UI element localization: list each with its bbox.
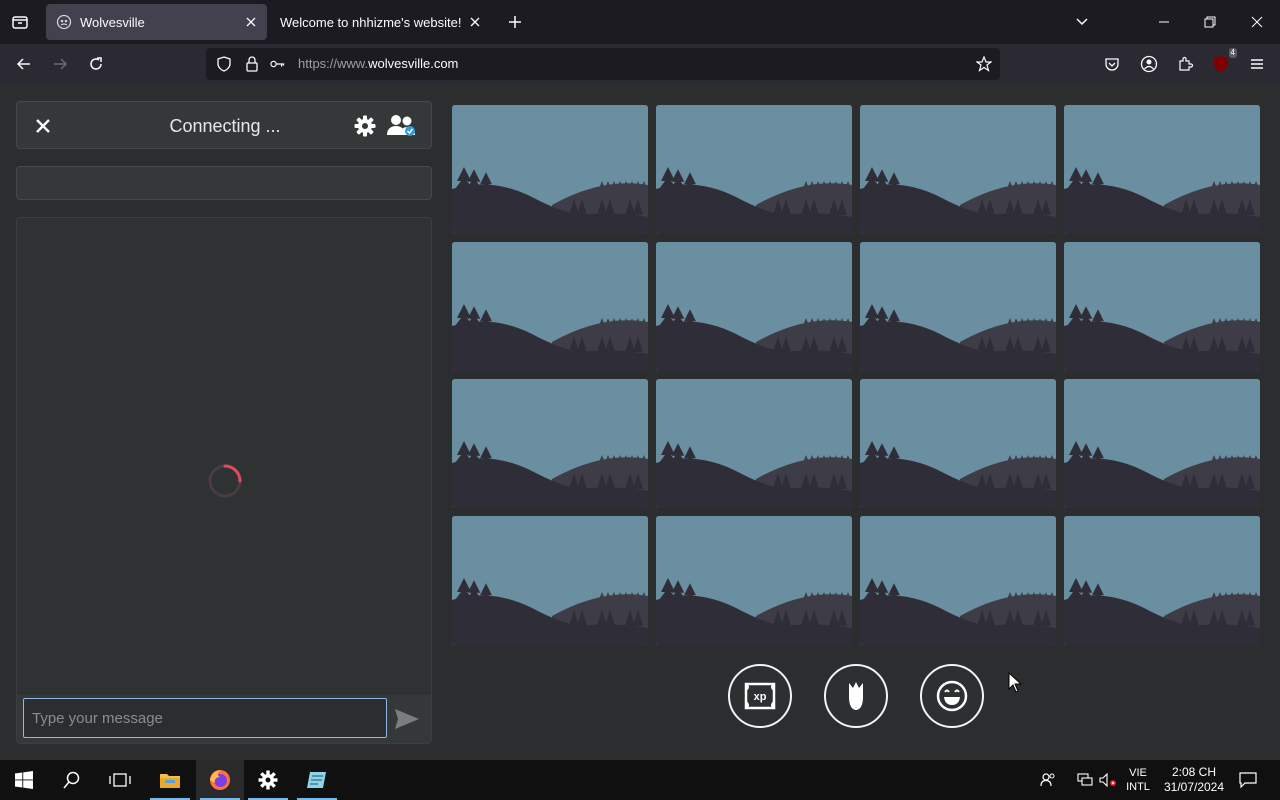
forward-arrow-icon[interactable]: [48, 52, 72, 76]
players-icon[interactable]: [387, 112, 417, 140]
clock[interactable]: 2:08 CH 31/07/2024: [1158, 760, 1230, 800]
player-slot[interactable]: [656, 242, 852, 371]
landscape-image: [860, 379, 1056, 508]
notification-icon[interactable]: [1232, 760, 1264, 800]
landscape-image: [1064, 242, 1260, 371]
restore-icon[interactable]: [1196, 8, 1224, 36]
player-slot[interactable]: [1064, 105, 1260, 234]
player-slot[interactable]: [452, 516, 648, 645]
chevron-down-icon[interactable]: [1070, 10, 1094, 34]
clock-date: 31/07/2024: [1163, 780, 1225, 794]
landscape-image: [656, 516, 852, 645]
reload-icon[interactable]: [84, 52, 108, 76]
player-slot[interactable]: [656, 516, 852, 645]
tab-strip: Wolvesville Welcome to nhhizme's website…: [0, 0, 1280, 44]
keyboard-layout: INTL: [1126, 781, 1150, 793]
settings-gear-icon[interactable]: [244, 760, 292, 800]
page-content: Connecting ... Type your message xp: [0, 84, 1280, 760]
nav-bar: https://www.wolvesville.com 4: [0, 44, 1280, 84]
info-bar: [16, 166, 432, 200]
landscape-image: [452, 379, 648, 508]
player-slot[interactable]: [452, 105, 648, 234]
windows-taskbar: VIE INTL 2:08 CH 31/07/2024: [0, 760, 1280, 800]
emoji-icon: [936, 680, 968, 712]
file-explorer-icon[interactable]: [146, 760, 194, 800]
close-tab-icon[interactable]: [241, 12, 261, 32]
search-icon[interactable]: [48, 760, 96, 800]
landscape-image: [1064, 516, 1260, 645]
people-icon[interactable]: [1024, 760, 1072, 800]
key-icon[interactable]: [270, 56, 286, 72]
language-code: VIE: [1129, 767, 1147, 779]
account-icon[interactable]: [1137, 52, 1161, 76]
rose-icon: [849, 682, 863, 710]
player-slot[interactable]: [1064, 516, 1260, 645]
landscape-image: [452, 242, 648, 371]
emoji-button[interactable]: [920, 664, 984, 728]
url-text[interactable]: https://www.wolvesville.com: [298, 56, 458, 71]
xp-label: xp: [754, 691, 767, 703]
player-slot[interactable]: [1064, 242, 1260, 371]
landscape-image: [1064, 105, 1260, 234]
landscape-image: [452, 105, 648, 234]
bookmark-star-icon[interactable]: [976, 56, 992, 72]
ublock-icon[interactable]: 4: [1209, 48, 1237, 76]
minimize-icon[interactable]: [1150, 8, 1178, 36]
mouse-cursor-icon: [1008, 672, 1022, 693]
close-window-icon[interactable]: [1243, 8, 1271, 36]
tab-wolvesville[interactable]: Wolvesville: [46, 4, 267, 40]
landscape-image: [1064, 379, 1260, 508]
player-slot[interactable]: [860, 379, 1056, 508]
landscape-image: [656, 242, 852, 371]
xp-scroll-button[interactable]: xp: [728, 664, 792, 728]
input-language[interactable]: VIE INTL: [1120, 760, 1156, 800]
player-slot[interactable]: [860, 516, 1056, 645]
player-slot[interactable]: [656, 379, 852, 508]
url-bar[interactable]: https://www.wolvesville.com: [206, 48, 1000, 80]
menu-icon[interactable]: [1245, 52, 1269, 76]
close-tab-icon[interactable]: [465, 12, 485, 32]
pocket-icon[interactable]: [1100, 52, 1124, 76]
start-windows-icon[interactable]: [0, 760, 48, 800]
task-view-icon[interactable]: [96, 760, 144, 800]
player-slot[interactable]: [452, 242, 648, 371]
landscape-image: [860, 516, 1056, 645]
tab-title: Wolvesville: [80, 14, 145, 30]
url-scheme: https://www.: [298, 56, 369, 71]
loading-spinner-icon: [208, 464, 242, 498]
volume-muted-icon[interactable]: [1097, 760, 1119, 800]
xp-scroll-icon: xp: [744, 682, 776, 710]
rose-button[interactable]: [824, 664, 888, 728]
new-tab-icon[interactable]: [503, 10, 527, 34]
tab-nhhizme[interactable]: Welcome to nhhizme's website!: [270, 4, 491, 40]
player-slot[interactable]: [656, 105, 852, 234]
url-domain: wolvesville.com: [368, 56, 459, 71]
player-grid: [452, 105, 1260, 645]
wolf-paw-icon: [56, 14, 72, 30]
extensions-icon[interactable]: [1173, 52, 1197, 76]
player-slot[interactable]: [452, 379, 648, 508]
gear-icon[interactable]: [353, 114, 377, 138]
tab-list-icon[interactable]: [8, 10, 32, 34]
landscape-image: [860, 105, 1056, 234]
back-arrow-icon[interactable]: [12, 52, 36, 76]
shield-icon[interactable]: [216, 56, 232, 72]
action-bar: xp: [0, 664, 1280, 730]
game-header: Connecting ...: [16, 101, 432, 149]
notepad-icon[interactable]: [293, 760, 341, 800]
landscape-image: [656, 379, 852, 508]
landscape-image: [860, 242, 1056, 371]
player-slot[interactable]: [860, 242, 1056, 371]
clock-time: 2:08 CH: [1171, 765, 1217, 779]
landscape-image: [452, 516, 648, 645]
player-slot[interactable]: [860, 105, 1056, 234]
firefox-icon[interactable]: [196, 760, 244, 800]
player-slot[interactable]: [1064, 379, 1260, 508]
tab-title: Welcome to nhhizme's website!: [280, 14, 462, 30]
landscape-image: [656, 105, 852, 234]
lock-icon[interactable]: [244, 56, 260, 72]
extension-badge: 4: [1228, 48, 1237, 58]
network-icon[interactable]: [1072, 760, 1098, 800]
